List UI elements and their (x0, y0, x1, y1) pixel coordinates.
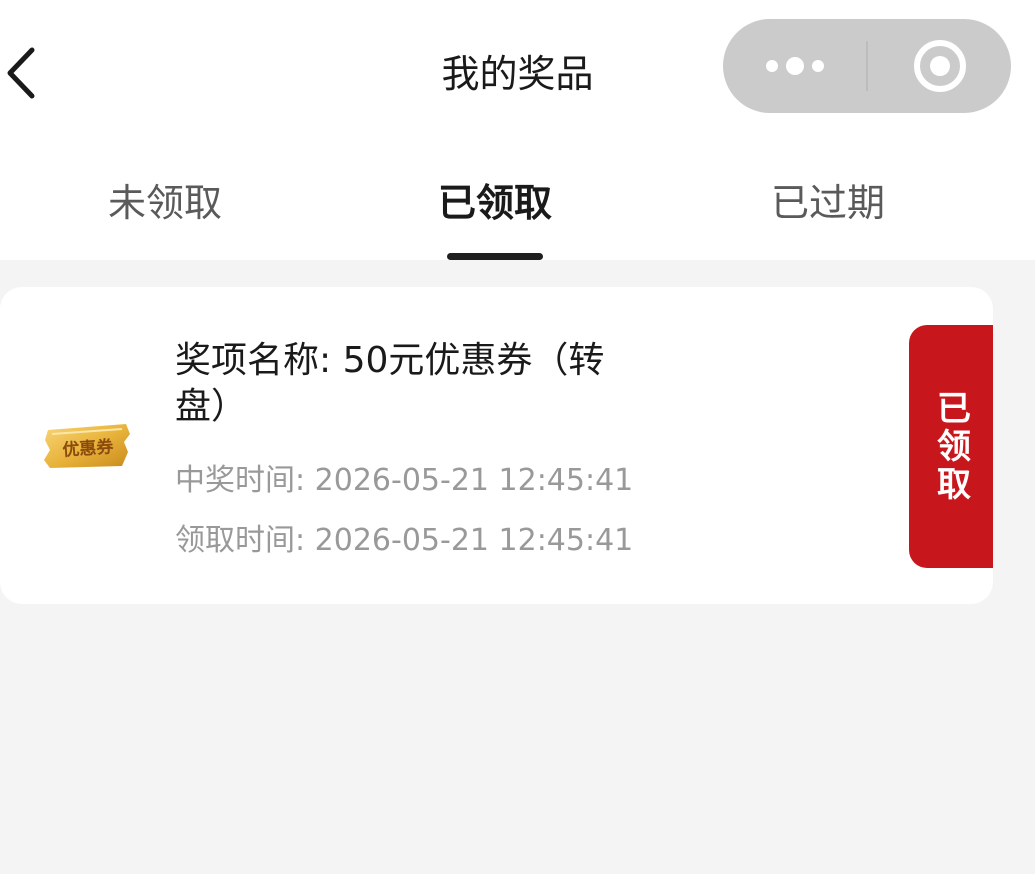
won-time: 中奖时间: 2026-05-21 12:45:41 (175, 463, 634, 498)
active-tab-indicator (447, 253, 543, 260)
coupon-icon: 优惠券 (44, 424, 130, 468)
tab-claimed[interactable]: 已领取 (370, 168, 620, 238)
tab-unclaimed[interactable]: 未领取 (40, 168, 290, 238)
tab-bar: 未领取 已领取 已过期 (0, 168, 1035, 238)
prize-name: 奖项名称: 50元优惠券（转盘） (175, 340, 605, 427)
tab-expired[interactable]: 已过期 (703, 168, 953, 238)
more-dots-icon (766, 57, 824, 75)
mini-program-capsule (723, 19, 1011, 113)
claim-time: 领取时间: 2026-05-21 12:45:41 (175, 523, 634, 558)
more-button[interactable] (723, 19, 867, 113)
coupon-badge-text: 优惠券 (62, 436, 115, 461)
close-button[interactable] (868, 19, 1011, 113)
top-bar: 我的奖品 未领取 已领取 已过期 (0, 0, 1035, 260)
target-close-icon (914, 40, 966, 92)
status-badge: 已领取 (909, 325, 993, 568)
